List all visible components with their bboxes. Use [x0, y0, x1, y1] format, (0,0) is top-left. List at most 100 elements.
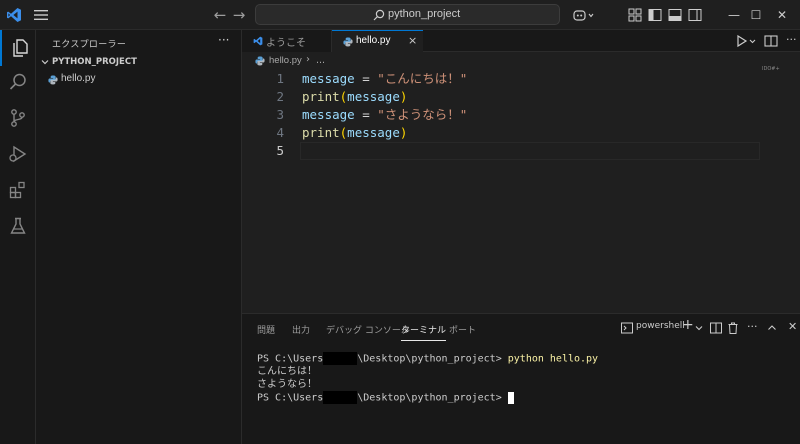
extensions-activity[interactable] [0, 172, 36, 208]
breadcrumb-file[interactable]: hello.py [269, 55, 302, 66]
title-bar: ← → python_project — ☐ ✕ [0, 0, 800, 30]
string-token: "こんにちは！" [377, 71, 468, 86]
code-line: 4 print(message) [242, 124, 762, 142]
bottom-panel: 問題 出力 デバッグ コンソール ターミナル ポート powershell + … [242, 313, 800, 444]
run-debug-activity[interactable] [0, 136, 36, 172]
tab-label: ようこそ [266, 38, 306, 49]
search-text: python_project [388, 8, 461, 20]
sidebar-title: エクスプローラー [52, 40, 127, 50]
terminal-line[interactable]: PS C:\Users \Desktop\python_project> [257, 391, 514, 405]
code-line: 3 message = "さようなら！" [242, 106, 762, 124]
run-debug-icon [9, 145, 27, 163]
source-control-activity[interactable] [0, 100, 36, 136]
terminal-output: さようなら！ [257, 379, 317, 390]
code-line-current: 5 [242, 142, 762, 160]
tab-terminal[interactable]: ターミナル [401, 323, 447, 341]
editor-tab-bar: ようこそ hello.py × ··· [242, 30, 800, 52]
source-control-icon [11, 109, 25, 127]
code-line: 1 message = "こんにちは！" [242, 70, 762, 88]
split-terminal-icon[interactable] [710, 320, 722, 336]
tab-problems[interactable]: 問題 [257, 323, 275, 336]
redacted-username [323, 352, 358, 365]
breadcrumb-more[interactable]: ... [316, 55, 325, 66]
search-icon [373, 9, 385, 21]
variable-token: message [347, 89, 400, 104]
search-activity[interactable] [0, 64, 36, 100]
vscode-icon [253, 36, 263, 46]
line-number: 4 [276, 125, 284, 140]
tab-output[interactable]: 出力 [292, 323, 310, 336]
toggle-primary-sidebar-icon[interactable] [648, 8, 662, 22]
terminal-line: PS C:\Users \Desktop\python_project> pyth… [257, 352, 598, 366]
tab-label: hello.py [356, 35, 391, 46]
python-file-icon [255, 56, 265, 66]
split-editor-icon[interactable] [764, 33, 778, 49]
tab-debug-console[interactable]: デバッグ コンソール [326, 323, 410, 336]
prompt-suffix: \Desktop\python_project> [357, 392, 502, 404]
activity-bar [0, 30, 36, 444]
operator-token: = [354, 71, 378, 86]
forward-arrow-icon[interactable]: → [231, 7, 247, 23]
line-number: 2 [276, 89, 284, 104]
trash-icon[interactable] [727, 320, 739, 336]
extensions-icon [9, 181, 25, 199]
close-panel-icon[interactable]: ✕ [788, 320, 797, 336]
new-terminal-icon[interactable]: + [682, 317, 694, 333]
tab-hello-py[interactable]: hello.py × [332, 30, 423, 52]
chevron-down-icon[interactable] [694, 320, 704, 336]
code-line: 2 print(message) [242, 88, 762, 106]
more-actions-icon[interactable]: ··· [747, 320, 758, 336]
file-name: hello.py [61, 73, 96, 84]
file-item-hello-py[interactable]: hello.py [36, 72, 242, 88]
menu-icon[interactable] [34, 9, 48, 21]
customize-layout-icon[interactable] [628, 8, 642, 22]
function-token: print [302, 125, 340, 140]
folder-name: PYTHON_PROJECT [52, 57, 137, 67]
close-window-button[interactable]: ✕ [760, 0, 800, 30]
terminal-output: こんにちは！ [257, 366, 317, 377]
explorer-sidebar: エクスプローラー ··· PYTHON_PROJECT hello.py [36, 30, 242, 444]
prompt-suffix: \Desktop\python_project> [357, 353, 502, 365]
explorer-activity[interactable] [0, 30, 36, 66]
folder-section-header[interactable]: PYTHON_PROJECT [36, 55, 242, 71]
copilot-icon[interactable] [573, 8, 595, 22]
sidebar-more-button[interactable]: ··· [218, 33, 229, 47]
beaker-icon [10, 217, 26, 234]
command-center-search[interactable]: python_project [255, 4, 560, 25]
close-tab-icon[interactable]: × [408, 34, 417, 47]
python-file-icon [343, 37, 353, 47]
terminal-icon [621, 322, 633, 334]
line-number: 3 [276, 107, 284, 122]
run-python-file-icon[interactable] [736, 33, 758, 49]
string-token: "さようなら！" [377, 107, 468, 122]
breadcrumb-separator: › [306, 54, 310, 65]
files-icon [13, 39, 28, 57]
variable-token: message [302, 107, 355, 122]
tab-welcome[interactable]: ようこそ [242, 30, 332, 52]
code-editor[interactable]: 1 message = "こんにちは！" 2 print(message) 3 … [242, 70, 800, 313]
terminal-shell-selector[interactable]: powershell [621, 320, 689, 336]
variable-token: message [347, 125, 400, 140]
redacted-username [323, 391, 358, 404]
paren-token: ) [399, 125, 408, 140]
variable-token: message [302, 71, 355, 86]
prompt-prefix: PS C:\Users [257, 392, 324, 404]
toggle-panel-icon[interactable] [668, 8, 682, 22]
function-token: print [302, 89, 340, 104]
breadcrumb: hello.py › ... [242, 52, 800, 70]
chevron-up-icon[interactable] [766, 320, 778, 336]
current-line-highlight [300, 142, 760, 160]
terminal-command: python hello.py [507, 353, 599, 365]
testing-activity[interactable] [0, 208, 36, 244]
operator-token: = [354, 107, 378, 122]
back-arrow-icon[interactable]: ← [212, 7, 228, 23]
more-actions-icon[interactable]: ··· [786, 33, 797, 49]
toggle-secondary-sidebar-icon[interactable] [688, 8, 702, 22]
prompt-prefix: PS C:\Users [257, 353, 324, 365]
shell-name: powershell [636, 321, 685, 331]
vscode-logo-icon [7, 8, 21, 22]
line-number: 5 [276, 143, 284, 158]
line-number: 1 [276, 71, 284, 86]
tab-ports[interactable]: ポート [449, 323, 476, 336]
search-icon [9, 73, 26, 90]
